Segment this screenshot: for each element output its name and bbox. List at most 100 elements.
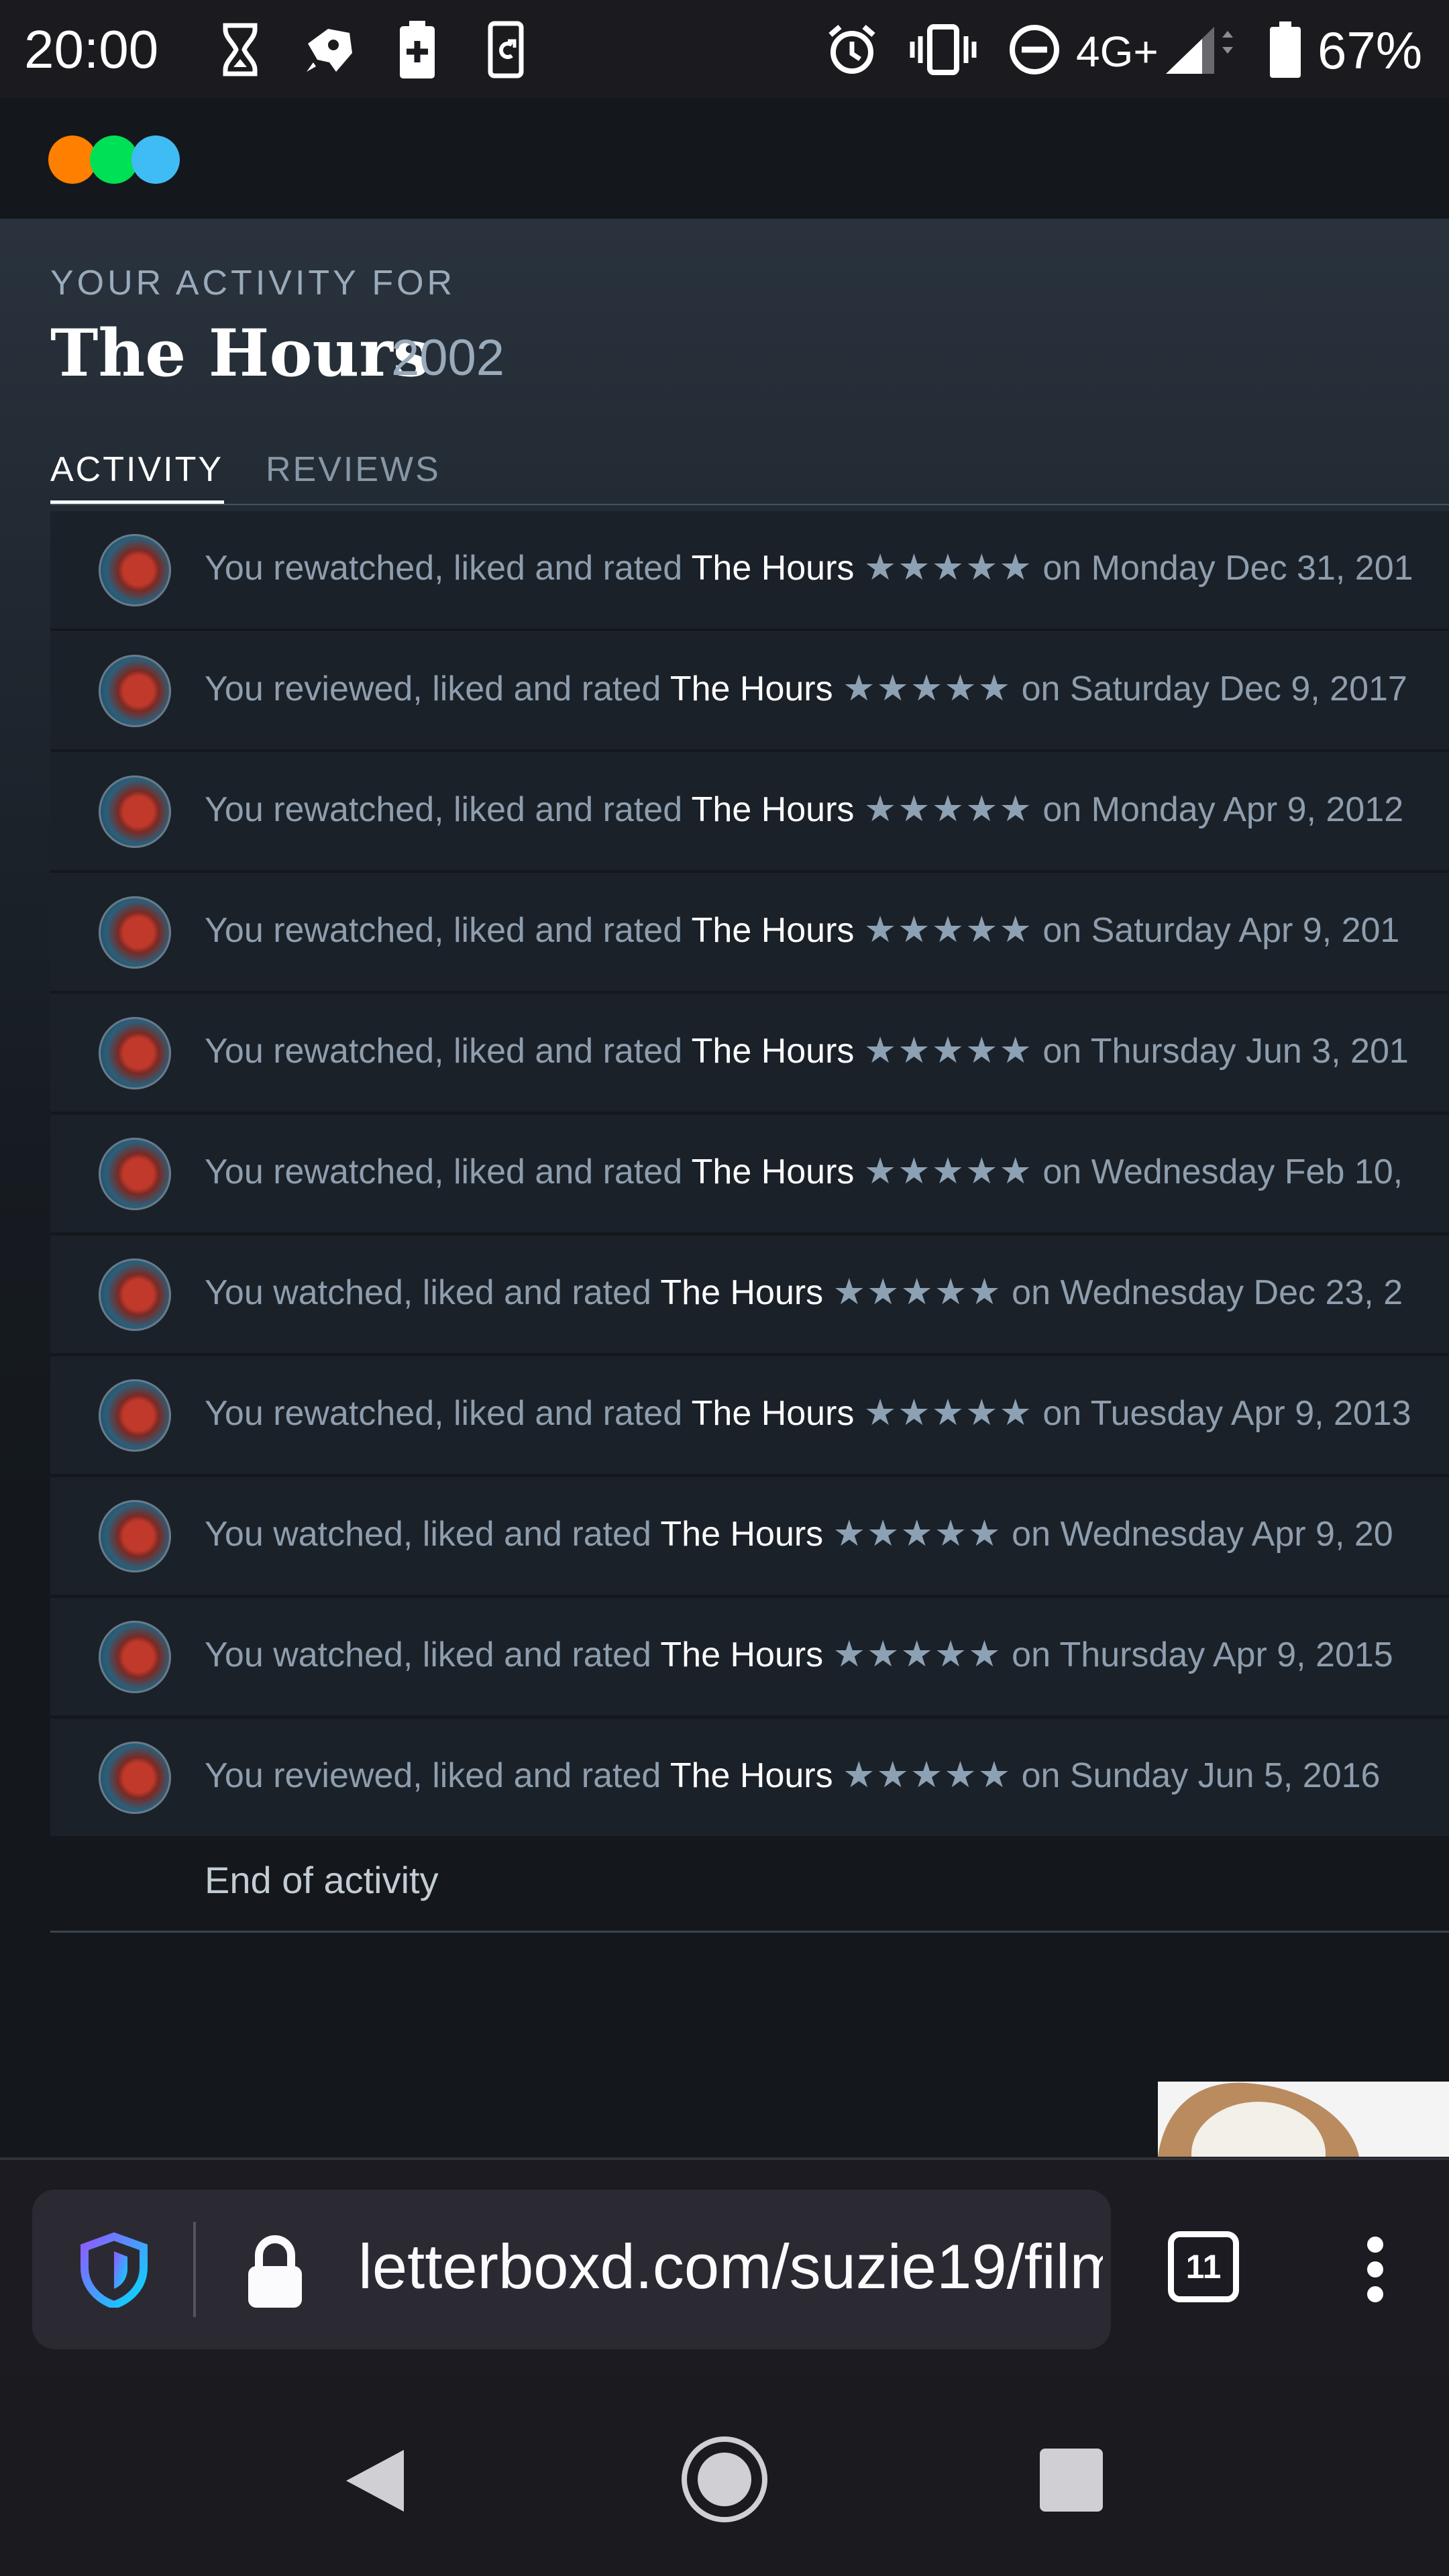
user-avatar[interactable] [99, 1621, 171, 1693]
home-icon[interactable] [679, 2434, 770, 2525]
activity-text: You reviewed, liked and rated The Hours … [205, 667, 1407, 709]
address-divider [193, 2222, 196, 2317]
activity-date[interactable]: on Wednesday Apr 9, 20 [1012, 1515, 1393, 1554]
activity-date[interactable]: on Thursday Apr 9, 2015 [1012, 1635, 1393, 1674]
activity-date[interactable]: on Monday Dec 31, 201 [1042, 549, 1413, 588]
sync-icon [486, 20, 526, 79]
activity-action: You rewatched, liked and rated [205, 790, 683, 829]
user-avatar[interactable] [99, 1379, 171, 1452]
rating-stars: ★★★★★ [863, 1393, 1033, 1433]
user-avatar[interactable] [99, 1258, 171, 1331]
hourglass-icon [219, 20, 262, 79]
activity-date[interactable]: on Tuesday Apr 9, 2013 [1042, 1394, 1411, 1433]
rating-stars: ★★★★★ [843, 668, 1012, 708]
activity-row[interactable]: You watched, liked and rated The Hours ★… [50, 1598, 1449, 1718]
activity-date[interactable]: on Wednesday Dec 23, 2 [1012, 1273, 1403, 1312]
rating-stars: ★★★★★ [863, 1151, 1033, 1191]
shield-icon[interactable] [79, 2232, 149, 2310]
end-divider [50, 1931, 1449, 1933]
site-header [0, 98, 1449, 219]
activity-row[interactable]: You rewatched, liked and rated The Hours… [50, 994, 1449, 1114]
lock-icon[interactable] [246, 2234, 305, 2309]
network-type: 4G+ [1076, 28, 1159, 76]
user-avatar[interactable] [99, 896, 171, 969]
rocket-icon [302, 20, 356, 79]
activity-action: You rewatched, liked and rated [205, 1152, 683, 1191]
user-avatar[interactable] [99, 1017, 171, 1089]
activity-film-link[interactable]: The Hours [660, 1273, 823, 1312]
activity-text: You watched, liked and rated The Hours ★… [205, 1271, 1403, 1313]
user-avatar[interactable] [99, 655, 171, 727]
activity-film-link[interactable]: The Hours [692, 1394, 855, 1433]
user-avatar[interactable] [99, 534, 171, 606]
logo-dot-blue[interactable] [131, 136, 180, 184]
tab-activity[interactable]: ACTIVITY [50, 449, 223, 490]
activity-text: You rewatched, liked and rated The Hours… [205, 908, 1399, 951]
rating-stars: ★★★★★ [833, 1634, 1002, 1674]
signal-icon [1163, 20, 1237, 79]
activity-film-link[interactable]: The Hours [692, 549, 855, 588]
rating-stars: ★★★★★ [833, 1272, 1002, 1312]
overflow-menu-icon[interactable] [1362, 2233, 1389, 2306]
activity-row[interactable]: You watched, liked and rated The Hours ★… [50, 1477, 1449, 1597]
activity-date[interactable]: on Saturday Dec 9, 2017 [1022, 669, 1407, 708]
activity-film-link[interactable]: The Hours [692, 790, 855, 829]
activity-row[interactable]: You rewatched, liked and rated The Hours… [50, 873, 1449, 994]
activity-action: You rewatched, liked and rated [205, 911, 683, 950]
activity-action: You reviewed, liked and rated [205, 669, 661, 708]
recents-icon[interactable] [1040, 2449, 1103, 2512]
activity-text: You rewatched, liked and rated The Hours… [205, 1150, 1403, 1192]
battery-saver-icon [397, 20, 437, 79]
rating-stars: ★★★★★ [863, 547, 1033, 588]
activity-text: You rewatched, liked and rated The Hours… [205, 1391, 1411, 1434]
tab-reviews[interactable]: REVIEWS [266, 449, 441, 490]
activity-row[interactable]: You rewatched, liked and rated The Hours… [50, 511, 1449, 631]
activity-film-link[interactable]: The Hours [670, 1756, 833, 1795]
floating-video-thumbnail[interactable] [1158, 2082, 1449, 2157]
activity-row[interactable]: You rewatched, liked and rated The Hours… [50, 1115, 1449, 1235]
activity-action: You rewatched, liked and rated [205, 1394, 683, 1433]
activity-film-link[interactable]: The Hours [692, 911, 855, 950]
user-avatar[interactable] [99, 775, 171, 848]
film-year[interactable]: 2002 [391, 329, 504, 387]
activity-text: You watched, liked and rated The Hours ★… [205, 1633, 1393, 1675]
user-avatar[interactable] [99, 1741, 171, 1814]
activity-date[interactable]: on Wednesday Feb 10, [1042, 1152, 1403, 1191]
activity-date[interactable]: on Monday Apr 9, 2012 [1042, 790, 1403, 829]
activity-action: You watched, liked and rated [205, 1515, 651, 1554]
battery-icon [1267, 20, 1304, 79]
user-avatar[interactable] [99, 1500, 171, 1572]
activity-film-link[interactable]: The Hours [692, 1152, 855, 1191]
activity-action: You watched, liked and rated [205, 1273, 651, 1312]
activity-film-link[interactable]: The Hours [660, 1635, 823, 1674]
activity-action: You reviewed, liked and rated [205, 1756, 661, 1795]
activity-row[interactable]: You rewatched, liked and rated The Hours… [50, 1356, 1449, 1477]
activity-eyebrow: YOUR ACTIVITY FOR [50, 264, 456, 303]
url-text[interactable]: letterboxd.com/suzie19/film [358, 2231, 1103, 2303]
activity-action: You rewatched, liked and rated [205, 549, 683, 588]
activity-row[interactable]: You reviewed, liked and rated The Hours … [50, 1719, 1449, 1839]
film-title[interactable]: The Hours [50, 315, 429, 391]
activity-action: You rewatched, liked and rated [205, 1032, 683, 1071]
activity-text: You rewatched, liked and rated The Hours… [205, 788, 1403, 830]
activity-film-link[interactable]: The Hours [692, 1032, 855, 1071]
tab-count-button[interactable]: 11 [1168, 2231, 1239, 2302]
rating-stars: ★★★★★ [863, 910, 1033, 950]
back-icon[interactable] [342, 2447, 407, 2514]
activity-film-link[interactable]: The Hours [670, 669, 833, 708]
activity-date[interactable]: on Saturday Apr 9, 201 [1042, 911, 1399, 950]
activity-film-link[interactable]: The Hours [660, 1515, 823, 1554]
activity-date[interactable]: on Thursday Jun 3, 201 [1042, 1032, 1408, 1071]
activity-date[interactable]: on Sunday Jun 5, 2016 [1022, 1756, 1381, 1795]
activity-action: You watched, liked and rated [205, 1635, 651, 1674]
activity-row[interactable]: You watched, liked and rated The Hours ★… [50, 1236, 1449, 1356]
rating-stars: ★★★★★ [833, 1513, 1002, 1554]
activity-row[interactable]: You rewatched, liked and rated The Hours… [50, 753, 1449, 873]
status-time: 20:00 [24, 19, 159, 79]
activity-text: You reviewed, liked and rated The Hours … [205, 1754, 1380, 1796]
user-avatar[interactable] [99, 1138, 171, 1210]
activity-text: You rewatched, liked and rated The Hours… [205, 546, 1413, 588]
vibrate-icon [910, 20, 977, 79]
rating-stars: ★★★★★ [843, 1755, 1012, 1795]
activity-row[interactable]: You reviewed, liked and rated The Hours … [50, 632, 1449, 752]
